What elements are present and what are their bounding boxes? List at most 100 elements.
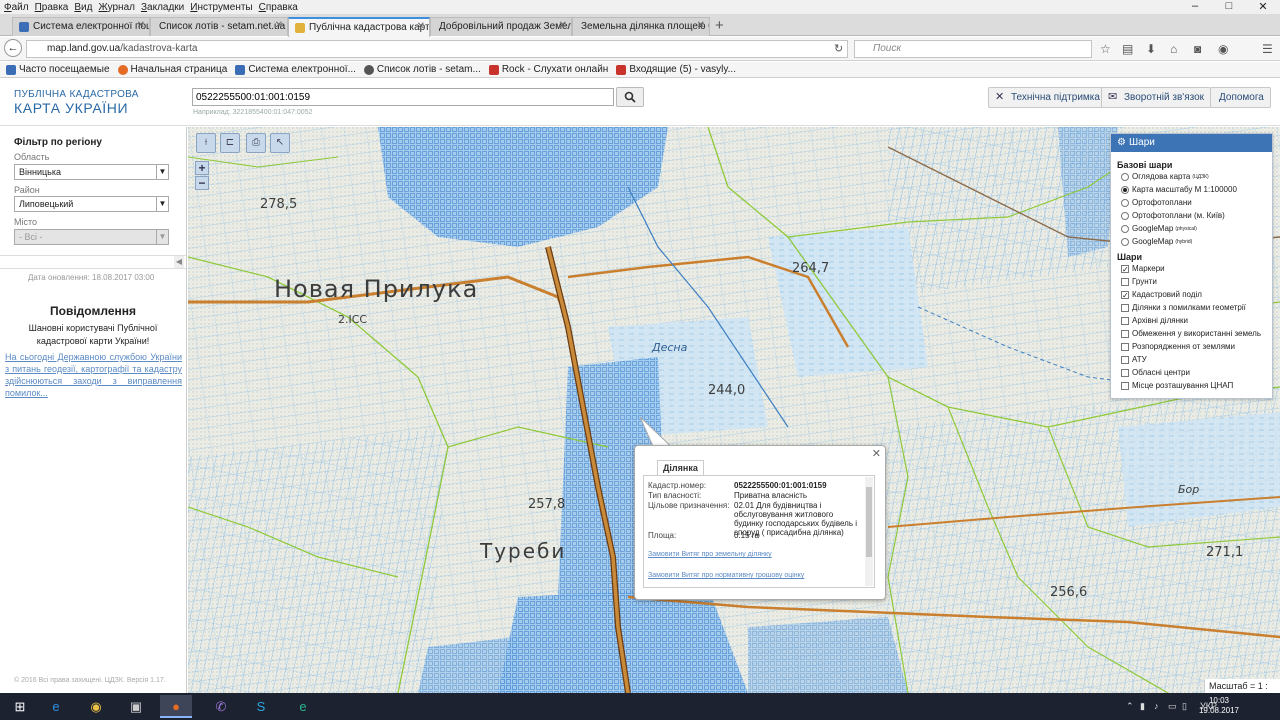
overlay-cadastral[interactable]: ✓ Кадастровий поділ <box>1121 290 1202 299</box>
base-layer-google-physical[interactable]: GoogleMap (physical) <box>1121 224 1197 233</box>
new-tab-button[interactable]: + <box>715 17 724 34</box>
tab-setam[interactable]: Список лотів - setam.net.ua ✕ <box>150 17 288 36</box>
radio-button[interactable] <box>1121 211 1129 220</box>
measure-length-tool[interactable]: ⟊ <box>196 133 216 153</box>
windows-start-icon[interactable]: ⊞ <box>4 695 36 718</box>
checkbox[interactable]: ✓ <box>1121 290 1129 299</box>
battery-icon[interactable]: ▭ <box>1168 701 1177 712</box>
checkbox[interactable]: ✓ <box>1121 264 1129 273</box>
bookmark-gmail[interactable]: Входящие (5) - vasyly... <box>616 64 736 75</box>
base-layer-overview[interactable]: Оглядова карта (ЦДЗК) <box>1121 172 1209 181</box>
tech-support-button[interactable]: ✕ Технічна підтримка <box>988 87 1107 108</box>
menu-view[interactable]: Вид <box>74 2 92 13</box>
close-icon[interactable]: ✕ <box>872 447 881 460</box>
tab-cadastral-map[interactable]: Публічна кадастрова карта ✕ <box>288 17 430 37</box>
checkbox[interactable] <box>1121 303 1129 312</box>
overlay-markers[interactable]: ✓ Маркери <box>1121 264 1165 273</box>
overlay-atu[interactable]: АТУ <box>1121 355 1147 364</box>
map-view[interactable]: Новая Прилука 2.ICC 278,5 264,7 244,0 25… <box>188 127 1280 693</box>
notice-link[interactable]: На сьогодні Державною службою України з … <box>5 351 182 399</box>
bookmark-most-visited[interactable]: Часто посещаемые <box>6 64 110 75</box>
scroll-thumb[interactable] <box>866 487 872 557</box>
network-icon[interactable]: ▮ <box>1140 701 1145 712</box>
app-icon[interactable]: ▣ <box>120 695 152 718</box>
collapse-sidebar-icon[interactable]: ◀ <box>174 256 184 268</box>
overlay-archive[interactable]: Архівні ділянки <box>1121 316 1188 325</box>
skype-icon[interactable]: S <box>245 695 277 718</box>
ie-icon[interactable]: e <box>40 695 72 718</box>
close-tab-icon[interactable]: ✕ <box>559 20 567 31</box>
chrome-icon[interactable]: ◉ <box>80 695 112 718</box>
checkbox[interactable] <box>1121 329 1129 338</box>
tab-sale[interactable]: Добровільний продаж Земел ✕ <box>430 17 572 36</box>
region-select[interactable]: Вінницька ▼ <box>14 164 169 180</box>
print-icon[interactable]: ⎙ <box>246 133 266 153</box>
edge-icon[interactable]: e <box>287 695 319 718</box>
menu-history[interactable]: Журнал <box>98 2 135 13</box>
tab-email[interactable]: Система електронної пош ✕ <box>12 17 150 36</box>
popup-scrollbar[interactable] <box>865 477 873 586</box>
radio-button[interactable] <box>1121 224 1129 233</box>
clock[interactable]: 10:03 19.08.2017 <box>1198 696 1240 716</box>
tray-chevron-icon[interactable]: ⌃ <box>1126 701 1134 712</box>
feedback-button[interactable]: ✉ Зворотній зв'язок <box>1101 87 1212 108</box>
checkbox[interactable] <box>1121 381 1129 390</box>
city-select[interactable]: - Всі - ▼ <box>14 229 169 245</box>
menu-tools[interactable]: Инструменты <box>190 2 252 13</box>
checkbox[interactable] <box>1121 355 1129 364</box>
measure-area-tool[interactable]: ⊏ <box>220 133 240 153</box>
zoom-out-button[interactable]: − <box>195 176 209 190</box>
close-window-button[interactable]: ✕ <box>1246 0 1280 13</box>
bookmark-rock[interactable]: Rock - Слухати онлайн <box>488 64 608 75</box>
menu-file[interactable]: Файл <box>4 2 29 13</box>
viber-icon[interactable]: ✆ <box>205 695 237 718</box>
checkbox[interactable] <box>1121 342 1129 351</box>
star-icon[interactable]: ☆ <box>1100 42 1111 56</box>
action-center-icon[interactable]: ▯ <box>1182 701 1187 712</box>
checkbox[interactable] <box>1121 316 1129 325</box>
pocket-icon[interactable]: ◙ <box>1194 42 1201 56</box>
bookmark-home[interactable]: Начальная страница <box>117 64 227 75</box>
overlay-regional-centers[interactable]: Обласні центри <box>1121 368 1190 377</box>
layers-header[interactable]: ⚙ Шари <box>1111 134 1272 152</box>
order-extract-link[interactable]: Замовити Витяг про земельну ділянку <box>648 551 772 558</box>
overlay-orders[interactable]: Розпорядження от землями <box>1121 342 1235 351</box>
download-icon[interactable]: ⬇ <box>1146 42 1156 56</box>
maximize-button[interactable]: □ <box>1212 0 1246 12</box>
bookmark-setam[interactable]: Список лотів - setam... <box>363 64 481 75</box>
radio-button[interactable] <box>1121 172 1129 181</box>
back-button[interactable]: ← <box>4 39 22 57</box>
base-layer-orthophoto-kyiv[interactable]: Ортофотоплани (м. Київ) <box>1121 211 1225 220</box>
close-tab-icon[interactable]: ✕ <box>137 20 145 31</box>
zoom-in-button[interactable]: + <box>195 161 209 175</box>
cadastral-number-input[interactable] <box>192 88 614 106</box>
search-input[interactable]: Поиск <box>854 40 1092 58</box>
firefox-icon[interactable]: ● <box>160 695 192 718</box>
overlay-geometry-errors[interactable]: Ділянки з помилками геометрії <box>1121 303 1246 312</box>
menu-bookmarks[interactable]: Закладки <box>141 2 184 13</box>
extension-icon[interactable]: ◉ <box>1218 42 1228 56</box>
order-valuation-link[interactable]: Замовити Витяг про нормативну грошову оц… <box>648 572 804 579</box>
base-layer-google-hybrid[interactable]: GoogleMap (hybrid) <box>1121 237 1192 246</box>
minimize-button[interactable]: – <box>1178 0 1212 12</box>
home-icon[interactable]: ⌂ <box>1170 42 1177 56</box>
close-tab-icon[interactable]: ✕ <box>275 20 283 31</box>
close-tab-icon[interactable]: ✕ <box>697 20 705 31</box>
overlay-soils[interactable]: Грунти <box>1121 277 1157 286</box>
district-select[interactable]: Липовецький ▼ <box>14 196 169 212</box>
url-bar[interactable]: map.land.gov.ua/kadastrova-karta <box>26 40 848 58</box>
tab-parcel[interactable]: Ділянка <box>657 460 704 476</box>
checkbox[interactable] <box>1121 277 1129 286</box>
volume-icon[interactable]: ♪ <box>1154 701 1159 711</box>
overlay-restrictions[interactable]: Обмеження у використанні земель <box>1121 329 1261 338</box>
help-button[interactable]: Допомога <box>1210 87 1271 108</box>
identify-tool-icon[interactable]: ↖ <box>270 133 290 153</box>
base-layer-orthophoto[interactable]: Ортофотоплани <box>1121 198 1192 207</box>
radio-button[interactable] <box>1121 185 1129 194</box>
menu-edit[interactable]: Правка <box>35 2 69 13</box>
menu-help[interactable]: Справка <box>259 2 298 13</box>
reload-icon[interactable]: ↻ <box>834 42 843 55</box>
menu-icon[interactable]: ☰ <box>1262 42 1273 56</box>
radio-button[interactable] <box>1121 237 1129 246</box>
radio-button[interactable] <box>1121 198 1129 207</box>
